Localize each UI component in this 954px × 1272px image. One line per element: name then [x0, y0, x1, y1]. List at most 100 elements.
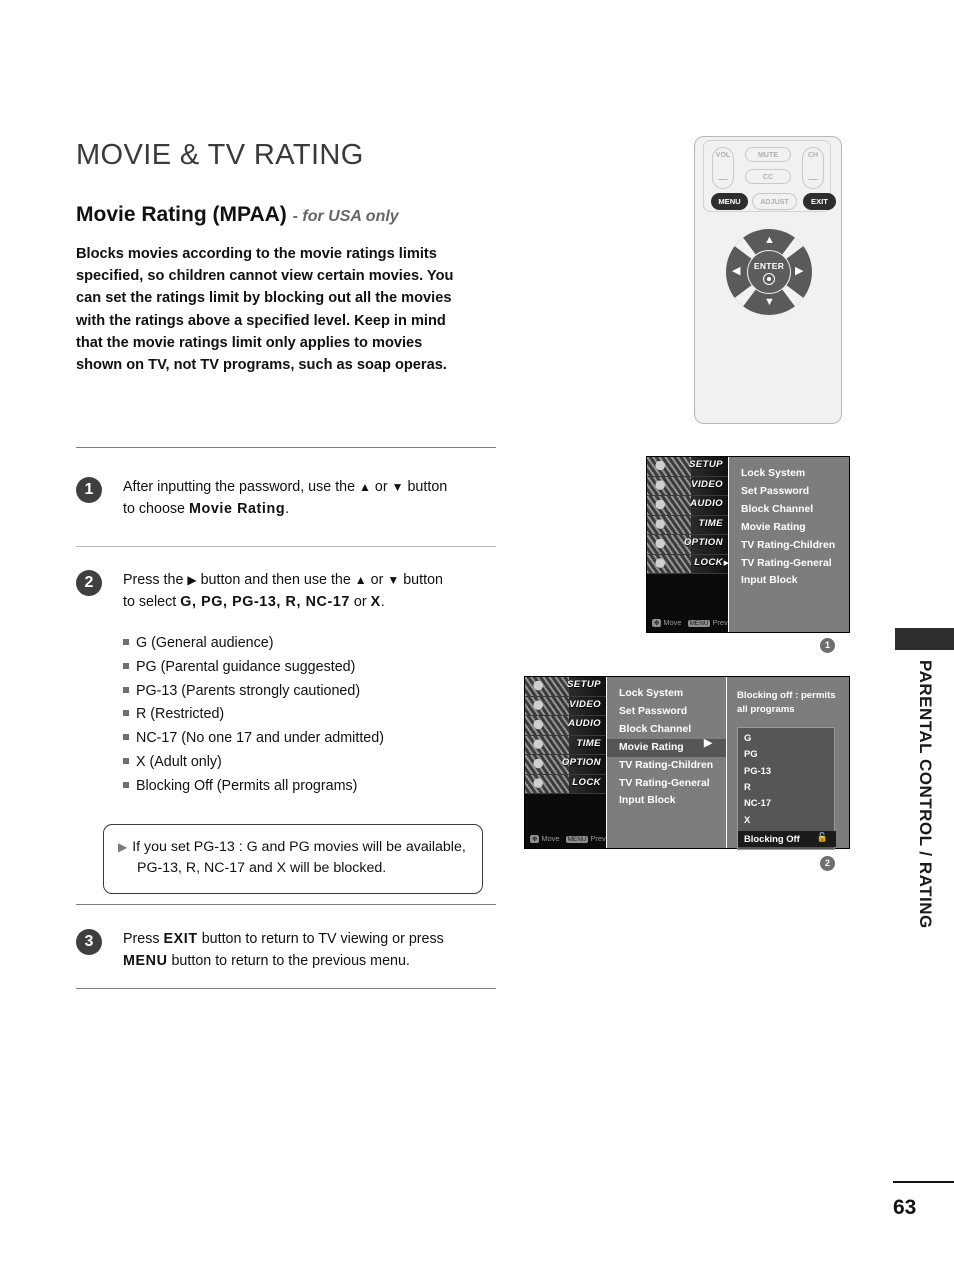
- move-label: Move: [663, 618, 682, 627]
- osd-item-tv-rating-children[interactable]: TV Rating-Children: [619, 760, 726, 771]
- enter-ring-icon: [763, 273, 775, 285]
- list-item: PG (Parental guidance suggested): [123, 660, 503, 674]
- osd-category-time[interactable]: TIME: [647, 515, 728, 535]
- cc-button[interactable]: CC: [745, 169, 791, 184]
- step-1-line1-post: button: [403, 479, 448, 495]
- osd-item-tv-rating-children[interactable]: TV Rating-Children: [741, 540, 849, 551]
- time-thumb-icon: [647, 515, 691, 534]
- osd-category-audio[interactable]: AUDIO: [525, 716, 606, 736]
- bullet-label: G (General audience): [136, 635, 274, 651]
- osd-category-video[interactable]: VIDEO: [647, 476, 728, 496]
- osd-item-input-block[interactable]: Input Block: [741, 576, 849, 587]
- step-1-line2-bold: Movie Rating: [188, 500, 286, 517]
- osd-figure-2: SETUP VIDEO AUDIO TIME OPTION LOCK ✥ Move…: [524, 676, 850, 850]
- step-2-line2-end: .: [380, 593, 385, 610]
- osd-category-lock[interactable]: LOCK: [525, 774, 606, 794]
- osd-option-r[interactable]: R: [744, 782, 834, 792]
- video-thumb-icon: [647, 476, 691, 495]
- osd-item-block-channel[interactable]: Block Channel: [619, 724, 726, 735]
- osd-item-set-password[interactable]: Set Password: [619, 706, 726, 717]
- video-thumb-icon: [525, 696, 569, 715]
- step-2-line1-mid: button and then use the: [196, 572, 355, 588]
- osd-category-time[interactable]: TIME: [525, 735, 606, 755]
- bullet-label: X (Adult only): [136, 753, 222, 770]
- osd-category-video[interactable]: VIDEO: [525, 696, 606, 716]
- osd-1-sidebar: SETUP VIDEO AUDIO TIME OPTION LOCK▶ ✥Mov…: [647, 457, 729, 632]
- osd-2-sidebar: SETUP VIDEO AUDIO TIME OPTION LOCK ✥ Move…: [525, 677, 607, 848]
- triangle-marker-icon: ▶: [118, 840, 128, 854]
- page-number-rule: [893, 1181, 954, 1183]
- remote-menu-button[interactable]: MENU: [711, 193, 748, 210]
- osd-category-audio[interactable]: AUDIO: [647, 496, 728, 516]
- audio-thumb-icon: [647, 496, 691, 515]
- osd-category-lock[interactable]: LOCK▶: [647, 554, 728, 574]
- dpad-left-icon[interactable]: ◀: [732, 266, 740, 277]
- osd-option-pg[interactable]: PG: [744, 749, 834, 759]
- figure-1-badge: 1: [820, 638, 835, 653]
- dpad-down-icon[interactable]: ▼: [764, 297, 775, 308]
- osd-item-input-block[interactable]: Input Block: [619, 796, 726, 807]
- square-bullet-icon: [123, 662, 129, 669]
- side-tab-block: [895, 628, 954, 650]
- remote-exit-button[interactable]: EXIT: [803, 193, 836, 210]
- step-1-line2-pre: to choose: [123, 500, 189, 517]
- prev-key-icon: MENU: [687, 620, 711, 627]
- osd-item-movie-rating-selected[interactable]: Movie Rating ▶: [607, 738, 726, 757]
- osd-detail-hint: Blocking off : permits all programs: [737, 690, 836, 715]
- osd-category-setup[interactable]: SETUP: [647, 457, 728, 477]
- osd-category-label: SETUP: [689, 459, 723, 470]
- osd-item-movie-rating[interactable]: Movie Rating: [741, 522, 849, 533]
- step-1-line1-mid: or: [370, 479, 392, 495]
- volume-minus-icon: —: [718, 174, 728, 184]
- note-text-1: If you set PG-13 : G and PG movies will …: [132, 839, 466, 855]
- osd-item-tv-rating-general[interactable]: TV Rating-General: [619, 778, 726, 789]
- osd-category-label: VIDEO: [691, 478, 723, 490]
- down-arrow-icon-2: ▼: [387, 573, 400, 587]
- move-label: Move: [541, 834, 560, 843]
- osd-item-block-channel[interactable]: Block Channel: [741, 504, 849, 515]
- osd-category-label: AUDIO: [568, 718, 601, 729]
- remote-control-figure: VOL — CH — MUTE CC MENU ADJUST EXIT ▲ ▼ …: [694, 136, 842, 424]
- divider-top: [76, 447, 496, 448]
- osd-category-label: SETUP: [567, 679, 601, 690]
- osd-1-footer: ✥ Move MENU Prev: [652, 618, 728, 627]
- osd-option-pg13[interactable]: PG-13: [744, 765, 834, 775]
- osd-2-detail-pane: Blocking off : permits all programs G PG…: [726, 677, 849, 850]
- osd-option-x[interactable]: X: [744, 814, 834, 824]
- osd-category-option[interactable]: OPTION: [525, 755, 606, 775]
- mute-button[interactable]: MUTE: [745, 147, 791, 162]
- side-tab-label: PARENTAL CONTROL / RATING: [916, 660, 935, 929]
- note-text-2: PG-13, R, NC-17 and X will be blocked.: [137, 860, 387, 877]
- dpad-right-icon[interactable]: ▶: [795, 266, 803, 277]
- osd-item-tv-rating-general[interactable]: TV Rating-General: [741, 558, 849, 569]
- osd-option-blocking-off[interactable]: Blocking Off 🔓: [738, 831, 836, 847]
- dpad[interactable]: ▲ ▼ ◀ ▶ ENTER: [726, 229, 812, 315]
- osd-item-lock-system[interactable]: Lock System: [619, 688, 726, 699]
- move-key-icon: ✥: [530, 835, 540, 843]
- osd-category-setup[interactable]: SETUP: [525, 677, 606, 697]
- dpad-up-icon[interactable]: ▲: [764, 235, 775, 246]
- bullet-label: Blocking Off (Permits all programs): [136, 777, 358, 794]
- right-arrow-icon: ▶: [187, 573, 197, 587]
- osd-item-lock-system[interactable]: Lock System: [741, 468, 849, 479]
- osd-item-set-password[interactable]: Set Password: [741, 486, 849, 497]
- osd-option-g[interactable]: G: [744, 732, 834, 742]
- section-qualifier: - for USA only: [292, 207, 399, 225]
- channel-label: CH: [807, 152, 819, 159]
- setup-thumb-icon: [647, 457, 691, 476]
- remote-button-group: VOL — CH — MUTE CC MENU ADJUST EXIT: [703, 140, 836, 212]
- osd-category-label: AUDIO: [690, 498, 723, 509]
- adjust-button[interactable]: ADJUST: [752, 193, 797, 210]
- chevron-right-icon: ▶: [704, 738, 712, 750]
- bullet-label: R (Restricted): [136, 706, 225, 723]
- osd-category-option[interactable]: OPTION: [647, 535, 728, 555]
- note-line-1: ▶ If you set PG-13 : G and PG movies will…: [118, 837, 468, 858]
- osd-figure-1: SETUP VIDEO AUDIO TIME OPTION LOCK▶ ✥Mov…: [646, 456, 850, 633]
- volume-button[interactable]: VOL —: [712, 147, 734, 189]
- bullet-label: PG-13 (Parents strongly cautioned): [136, 682, 361, 699]
- osd-category-label: TIME: [698, 517, 723, 529]
- osd-option-nc17[interactable]: NC-17: [744, 798, 834, 808]
- step-3: 3 Press EXIT button to return to TV view…: [76, 929, 496, 973]
- channel-button[interactable]: CH —: [802, 147, 824, 189]
- enter-button[interactable]: ENTER: [747, 250, 791, 294]
